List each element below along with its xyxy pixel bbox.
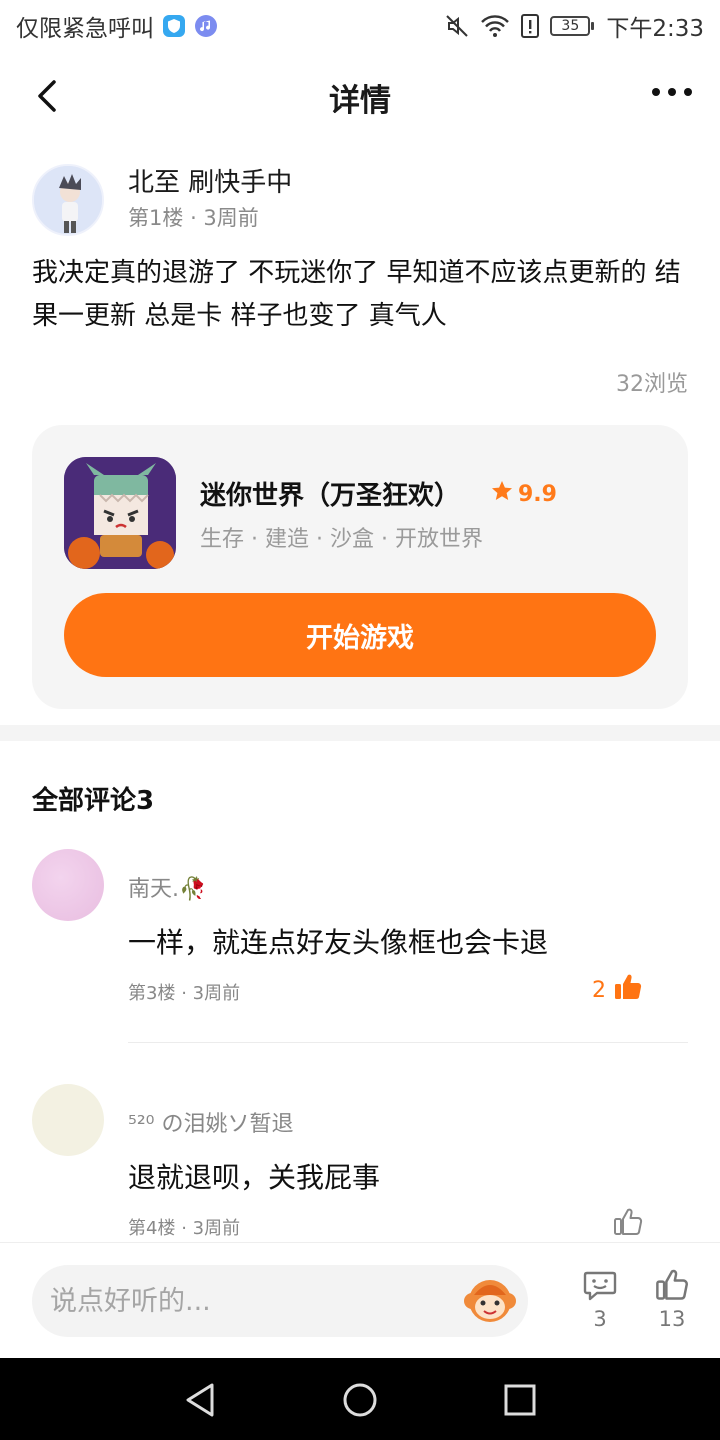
view-count: 32浏览: [616, 372, 688, 397]
rating-value: 9.9: [518, 481, 557, 507]
comment-item: 南天.🥀 一样，就连点好友头像框也会卡退 第3楼 · 3周前 2: [32, 849, 688, 1044]
recents-square-icon[interactable]: [500, 1380, 540, 1420]
post-meta: 第1楼 · 3周前: [128, 202, 259, 232]
meta-dot: ·: [190, 206, 204, 230]
thumbs-up-icon: [612, 971, 644, 1009]
meta-dot: ·: [181, 983, 193, 1004]
chevron-left-icon[interactable]: [30, 76, 70, 116]
comment-text: 退就退呗，关我屁事: [128, 1161, 381, 1194]
game-app-icon[interactable]: [64, 457, 176, 569]
mute-icon: [444, 13, 470, 39]
battery-icon: 35: [550, 16, 595, 36]
comment-count-button[interactable]: 3: [570, 1267, 630, 1331]
thumbs-up-icon: [656, 1269, 688, 1300]
start-game-button[interactable]: 开始游戏: [64, 593, 656, 677]
comment-bubble-icon: [583, 1271, 617, 1301]
alert-icon: [520, 13, 540, 39]
meta-dot: ·: [181, 1218, 193, 1239]
comment-like-button[interactable]: [612, 1206, 644, 1244]
comment-time: 3周前: [192, 1218, 241, 1239]
avatar[interactable]: [32, 1084, 104, 1156]
status-time: 下午2:33: [606, 16, 704, 42]
comment-floor: 第3楼: [128, 983, 176, 1004]
thumbs-up-icon: [612, 1206, 644, 1244]
system-nav-bar: [0, 1358, 720, 1440]
music-app-icon: [194, 14, 218, 38]
shield-app-icon: [162, 14, 186, 38]
author-name[interactable]: 北至 刷快手中: [128, 162, 292, 199]
bottom-action-bar: 3 13: [0, 1242, 720, 1358]
carrier-text: 仅限紧急呼叫: [16, 16, 154, 42]
game-card[interactable]: 迷你世界（万圣狂欢） 9.9 生存 · 建造 · 沙盒 · 开放世界 开始游戏: [32, 425, 688, 709]
like-count: 2: [592, 977, 606, 1003]
game-tags: 生存 · 建造 · 沙盒 · 开放世界: [200, 527, 483, 552]
comment-user[interactable]: 南天.🥀: [128, 871, 206, 903]
comment-input[interactable]: [32, 1265, 528, 1337]
monkey-emoji-icon[interactable]: [462, 1273, 518, 1329]
comment-floor: 第4楼: [128, 1218, 176, 1239]
comment-meta: 第3楼 · 3周前: [128, 979, 240, 1005]
home-circle-icon[interactable]: [340, 1380, 380, 1420]
back-triangle-icon[interactable]: [180, 1380, 220, 1420]
game-rating: 9.9: [490, 479, 557, 509]
wifi-icon: [480, 13, 510, 39]
comment-time: 3周前: [192, 983, 241, 1004]
comment-separator: [128, 1042, 688, 1043]
comment-text: 一样，就连点好友头像框也会卡退: [128, 926, 549, 959]
comment-meta: 第4楼 · 3周前: [128, 1214, 240, 1240]
like-count-button[interactable]: 13: [642, 1267, 702, 1331]
top-nav: 详情: [0, 52, 720, 142]
comments-title: 全部评论3: [32, 786, 155, 816]
avatar[interactable]: [32, 849, 104, 921]
game-name[interactable]: 迷你世界（万圣狂欢）: [200, 475, 460, 512]
like-count: 13: [658, 1307, 686, 1331]
avatar[interactable]: [32, 164, 104, 236]
post-body: 我决定真的退游了 不玩迷你了 早知道不应该点更新的 结果一更新 总是卡 样子也变…: [32, 258, 681, 331]
page-title: 详情: [329, 82, 391, 119]
comment-like-button[interactable]: 2: [592, 971, 644, 1009]
comment-item: ⁵²⁰ の泪姚ソ暂退 退就退呗，关我屁事 第4楼 · 3周前: [32, 1084, 688, 1244]
post-author: 北至 刷快手中 第1楼 · 3周前: [32, 162, 692, 242]
post-floor: 第1楼: [128, 206, 184, 230]
status-bar: 仅限紧急呼叫 35 下午2:33: [0, 0, 720, 52]
post-time: 3周前: [203, 206, 259, 230]
comment-count: 3: [593, 1307, 607, 1331]
more-dots-icon[interactable]: [650, 80, 694, 104]
comment-user[interactable]: ⁵²⁰ の泪姚ソ暂退: [128, 1106, 293, 1138]
star-icon: [490, 479, 514, 509]
section-divider: [0, 725, 720, 741]
